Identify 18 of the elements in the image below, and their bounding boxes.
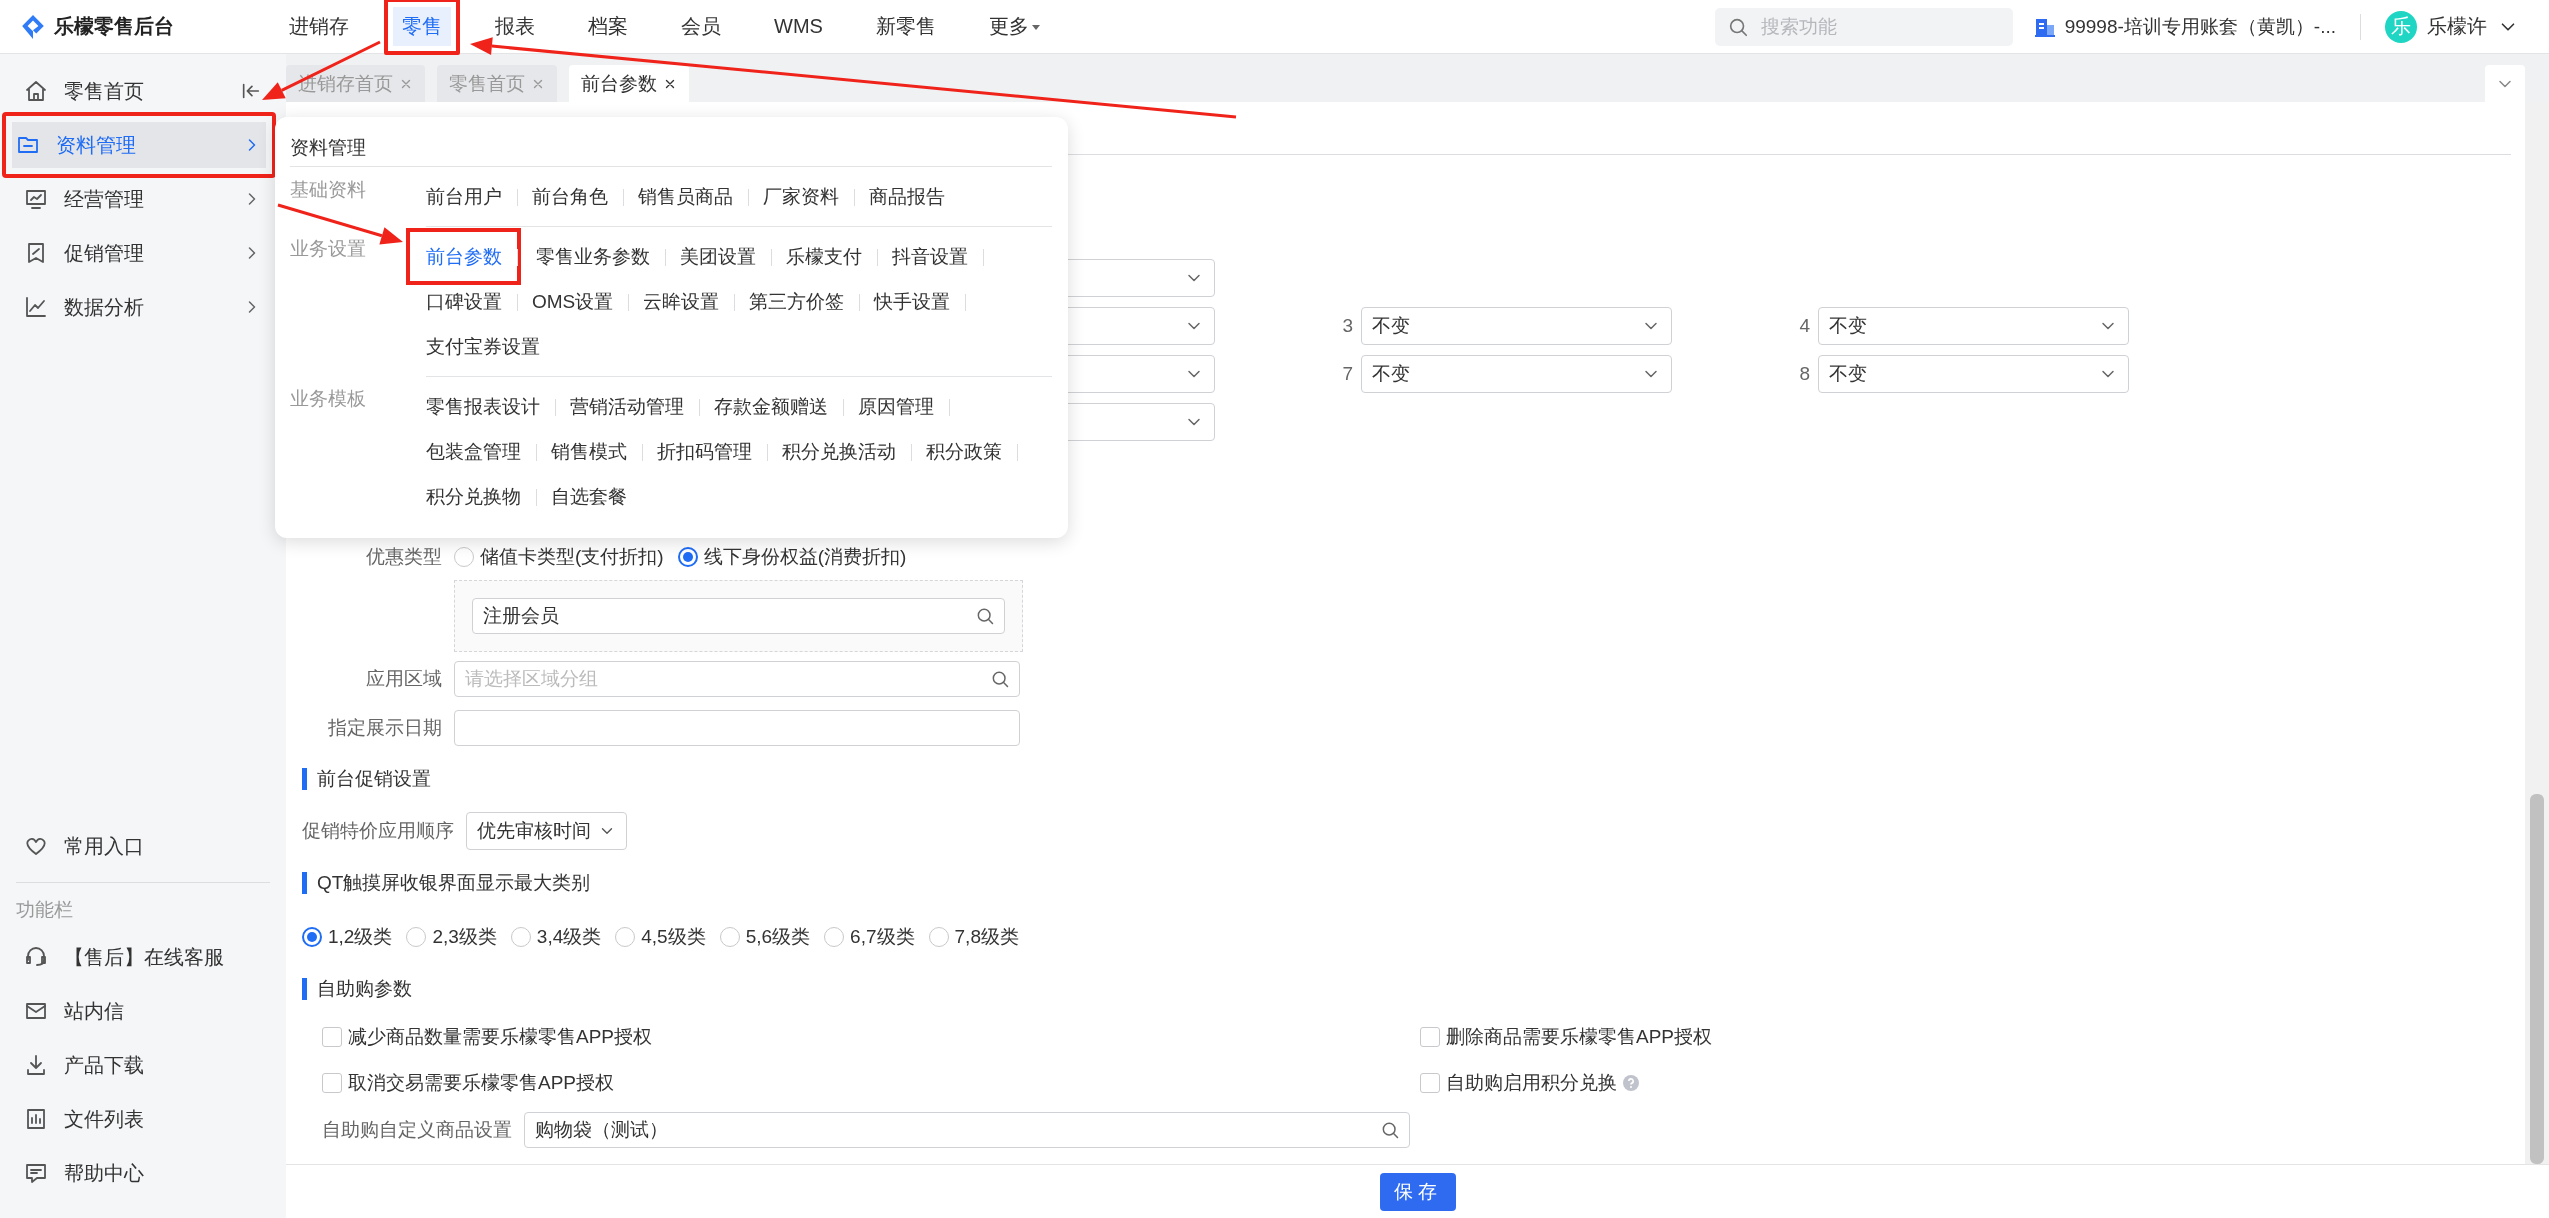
group-label: 业务模板: [290, 386, 367, 411]
field-label: 优惠类型: [365, 545, 442, 569]
section-title: 自助购参数: [317, 977, 412, 1001]
menu-title: 资料管理: [290, 129, 1052, 167]
section-title: 前台促销设置: [317, 767, 431, 791]
field-label: 7: [1341, 363, 1353, 385]
field-label: 3: [1341, 315, 1353, 337]
field-label: 4: [1798, 315, 1810, 337]
app-title: 乐檬零售后台: [54, 14, 174, 39]
section-label: 功能栏: [15, 898, 74, 922]
group-label: 业务设置: [290, 236, 367, 261]
field-label: 自助购自定义商品设置: [322, 1118, 512, 1142]
field-label: 8: [1798, 363, 1810, 385]
field-label: 指定展示日期: [327, 716, 442, 740]
section-title: QT触摸屏收银界面显示最大类别: [317, 871, 591, 895]
field-label: 应用区域: [365, 667, 442, 691]
field-label: 促销特价应用顺序: [302, 819, 454, 843]
group-label: 基础资料: [290, 177, 367, 202]
